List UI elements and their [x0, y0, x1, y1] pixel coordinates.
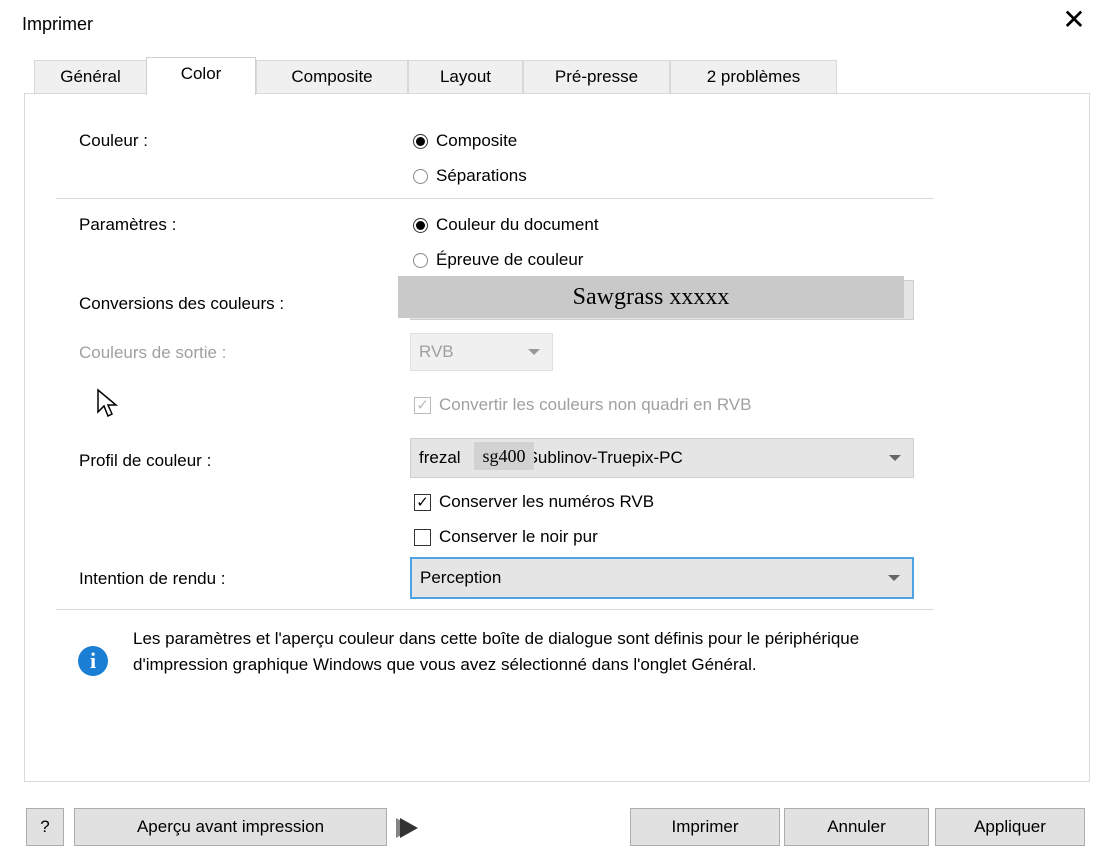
radio-label: Couleur du document	[436, 215, 599, 234]
play-icon[interactable]	[400, 818, 418, 838]
color-label: Couleur :	[79, 131, 148, 150]
tab-label: Général	[60, 67, 121, 86]
cancel-button[interactable]: Annuler	[784, 808, 929, 846]
dialog-title: Imprimer	[22, 14, 93, 34]
profile-suffix: Sublinov-Truepix-PC	[526, 448, 683, 467]
checkbox-label: Conserver le noir pur	[439, 527, 598, 546]
separator	[56, 609, 934, 610]
keep-black-checkbox[interactable]: Conserver le noir pur	[414, 527, 598, 547]
profile-prefix: frezal	[419, 448, 461, 467]
radio-empty-icon	[413, 168, 428, 184]
tab-general[interactable]: Général	[34, 60, 147, 93]
params-label: Paramètres :	[79, 215, 177, 234]
tab-label: Pré-presse	[554, 67, 639, 86]
checkbox-label: Convertir les couleurs non quadri en RVB	[439, 395, 752, 414]
rendering-label: Intention de rendu :	[79, 569, 226, 588]
checkbox-empty-icon	[414, 528, 431, 546]
radio-selected-icon	[413, 217, 428, 233]
select-value: RVB	[419, 342, 454, 361]
mouse-cursor-icon	[97, 388, 119, 418]
radio-color-proof[interactable]: Épreuve de couleur	[413, 250, 583, 270]
output-colors-select[interactable]: RVB	[410, 333, 553, 371]
tab-prepresse[interactable]: Pré-presse	[523, 60, 670, 93]
radio-label: Épreuve de couleur	[436, 250, 584, 269]
radio-label: Séparations	[436, 166, 527, 185]
tab-problems[interactable]: 2 problèmes	[670, 60, 837, 93]
rendering-select[interactable]: Perception	[410, 557, 914, 599]
select-value: Perception	[420, 568, 502, 587]
convert-non-quadri-checkbox[interactable]: ✓ Convertir les couleurs non quadri en R…	[414, 395, 751, 415]
conversions-label: Conversions des couleurs :	[79, 294, 285, 313]
radio-label: Composite	[436, 131, 518, 150]
redaction-overlay: Sawgrass xxxxx	[398, 276, 904, 318]
tab-composite[interactable]: Composite	[256, 60, 408, 93]
radio-empty-icon	[413, 252, 428, 268]
chevron-down-icon	[888, 575, 900, 581]
help-button[interactable]: ?	[26, 808, 64, 846]
print-preview-button[interactable]: Aperçu avant impression	[74, 808, 387, 846]
radio-separations[interactable]: Séparations	[413, 166, 527, 186]
redaction-overlay: sg400	[474, 442, 534, 470]
tab-label: Layout	[439, 67, 492, 86]
print-button[interactable]: Imprimer	[630, 808, 780, 846]
tab-label: 2 problèmes	[706, 67, 801, 86]
checkmark-icon: ✓	[414, 493, 431, 511]
tab-label: Composite	[291, 67, 373, 86]
radio-document-color[interactable]: Couleur du document	[413, 215, 599, 235]
output-colors-label: Couleurs de sortie :	[79, 343, 227, 362]
radio-selected-icon	[413, 133, 428, 149]
tab-color[interactable]: Color	[146, 57, 256, 95]
separator	[56, 198, 934, 199]
keep-rgb-checkbox[interactable]: ✓ Conserver les numéros RVB	[414, 492, 654, 512]
checkbox-label: Conserver les numéros RVB	[439, 492, 655, 511]
close-icon[interactable]: ✕	[1060, 6, 1088, 34]
tab-layout[interactable]: Layout	[408, 60, 523, 93]
info-message: Les paramètres et l'aperçu couleur dans …	[133, 629, 860, 674]
chevron-down-icon	[528, 349, 540, 355]
tab-label: Color	[180, 64, 222, 83]
apply-button[interactable]: Appliquer	[935, 808, 1085, 846]
radio-composite[interactable]: Composite	[413, 131, 517, 151]
info-icon: i	[78, 646, 108, 676]
profile-label: Profil de couleur :	[79, 451, 212, 470]
chevron-down-icon	[889, 455, 901, 461]
checkmark-icon: ✓	[414, 396, 431, 414]
